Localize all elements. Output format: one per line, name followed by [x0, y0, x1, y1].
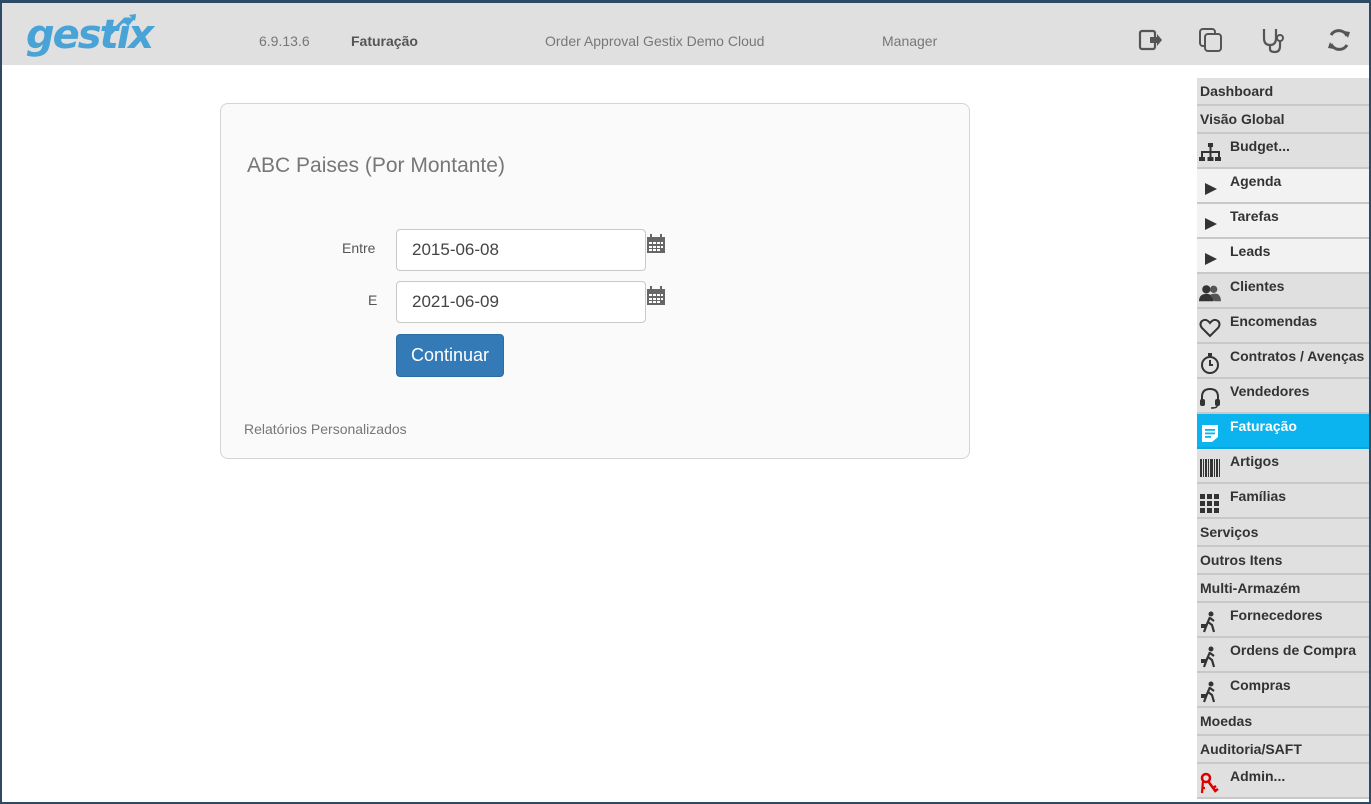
report-card: ABC Paises (Por Montante) Entre E Contin… — [220, 103, 970, 459]
sidebar-item-label: Contratos / Avenças — [1230, 348, 1365, 364]
sidebar-item-label: Compras — [1230, 677, 1291, 693]
sidebar-item-label: Vendedores — [1230, 383, 1310, 399]
sidebar-item-label: Budget... — [1230, 138, 1290, 154]
calendar-icon[interactable] — [646, 234, 666, 254]
sidebar-item-label: Encomendas — [1230, 313, 1318, 329]
sidebar-item-label: Clientes — [1230, 278, 1285, 294]
sidebar-item-label: Artigos — [1230, 453, 1279, 469]
sidebar-item-servicos[interactable]: Serviços — [1197, 519, 1369, 547]
copy-icon[interactable] — [1197, 26, 1225, 54]
sidebar-item-label: Faturação — [1230, 418, 1297, 434]
sidebar-item-label: Visão Global — [1200, 111, 1285, 127]
barcode-icon — [1199, 457, 1221, 479]
sidebar-item-label: Multi-Armazém — [1200, 580, 1301, 596]
sidebar-item-faturacao[interactable]: Faturação — [1197, 414, 1369, 449]
app-version: 6.9.13.6 — [259, 33, 310, 49]
sidebar-item-ordens-de-compra[interactable]: Ordens de Compra — [1197, 638, 1369, 673]
sidebar-item-label: Moedas — [1200, 713, 1253, 729]
heart-icon — [1199, 317, 1221, 339]
sidebar-item-artigos[interactable]: Artigos — [1197, 449, 1369, 484]
calendar-icon[interactable] — [646, 286, 666, 306]
from-date-input[interactable] — [396, 229, 646, 271]
headset-icon — [1199, 387, 1221, 409]
sidebar-item-dashboard[interactable]: Dashboard — [1197, 78, 1369, 106]
logout-icon[interactable] — [1136, 26, 1164, 54]
play-icon — [1199, 177, 1221, 199]
users-icon — [1199, 282, 1221, 304]
custom-reports-link[interactable]: Relatórios Personalizados — [244, 421, 407, 437]
org-chart-icon — [1199, 142, 1221, 164]
sidebar-item-familias[interactable]: Famílias — [1197, 484, 1369, 519]
walker-icon — [1199, 646, 1221, 668]
sidebar-item-label: Serviços — [1200, 524, 1259, 540]
walker-icon — [1199, 681, 1221, 703]
grid-icon — [1199, 492, 1221, 514]
continue-button[interactable]: Continuar — [396, 334, 504, 377]
play-icon — [1199, 212, 1221, 234]
to-date-label: E — [368, 292, 378, 308]
sidebar-item-outros-itens[interactable]: Outros Itens — [1197, 547, 1369, 575]
sidebar-item-clientes[interactable]: Clientes — [1197, 274, 1369, 309]
sidebar-item-label: Agenda — [1230, 173, 1282, 189]
sidebar-item-label: Outros Itens — [1200, 552, 1283, 568]
sidebar-item-label: Fornecedores — [1230, 607, 1323, 623]
gestix-logo[interactable]: gestix — [26, 10, 154, 58]
sidebar-item-contratos[interactable]: Contratos / Avenças — [1197, 344, 1369, 379]
refresh-icon[interactable] — [1325, 26, 1353, 54]
sidebar-item-label: Admin... — [1230, 768, 1286, 784]
to-date-input[interactable] — [396, 281, 646, 323]
sidebar-item-label: Leads — [1230, 243, 1271, 259]
user-role: Manager — [882, 33, 938, 49]
sidebar-item-label: Ordens de Compra — [1230, 642, 1357, 658]
sidebar-item-visao-global[interactable]: Visão Global — [1197, 106, 1369, 134]
report-title: ABC Paises (Por Montante) — [247, 154, 505, 177]
sidebar-item-auditoria-saft[interactable]: Auditoria/SAFT — [1197, 736, 1369, 764]
sidebar-menu: Dashboard Visão Global Budget... Agenda … — [1197, 78, 1369, 802]
logo-arrow-icon — [108, 14, 137, 36]
sidebar-item-leads[interactable]: Leads — [1197, 239, 1369, 274]
play-icon — [1199, 247, 1221, 269]
stethoscope-icon[interactable] — [1259, 26, 1287, 54]
sidebar-item-moedas[interactable]: Moedas — [1197, 708, 1369, 736]
sidebar-item-tarefas[interactable]: Tarefas — [1197, 204, 1369, 239]
invoice-icon — [1199, 422, 1221, 444]
walker-icon — [1199, 611, 1221, 633]
sidebar-item-encomendas[interactable]: Encomendas — [1197, 309, 1369, 344]
sidebar-item-label: Auditoria/SAFT — [1200, 741, 1302, 757]
sidebar-item-label: Tarefas — [1230, 208, 1279, 224]
sidebar-item-agenda[interactable]: Agenda — [1197, 169, 1369, 204]
sidebar-item-multi-armazem[interactable]: Multi-Armazém — [1197, 575, 1369, 603]
company-name: Order Approval Gestix Demo Cloud — [545, 33, 765, 49]
sidebar-item-label: Dashboard — [1200, 83, 1274, 99]
sidebar-item-label: Famílias — [1230, 488, 1287, 504]
sidebar-item-admin[interactable]: Admin... — [1197, 764, 1369, 799]
sidebar-item-compras[interactable]: Compras — [1197, 673, 1369, 708]
sidebar-item-fornecedores[interactable]: Fornecedores — [1197, 603, 1369, 638]
top-header: gestix 6.9.13.6 Faturação Order Approval… — [0, 0, 1371, 65]
keys-icon — [1199, 772, 1221, 794]
stopwatch-icon — [1199, 352, 1221, 374]
from-date-label: Entre — [342, 240, 376, 256]
current-module: Faturação — [351, 33, 418, 49]
sidebar-item-vendedores[interactable]: Vendedores — [1197, 379, 1369, 414]
sidebar-item-budget[interactable]: Budget... — [1197, 134, 1369, 169]
